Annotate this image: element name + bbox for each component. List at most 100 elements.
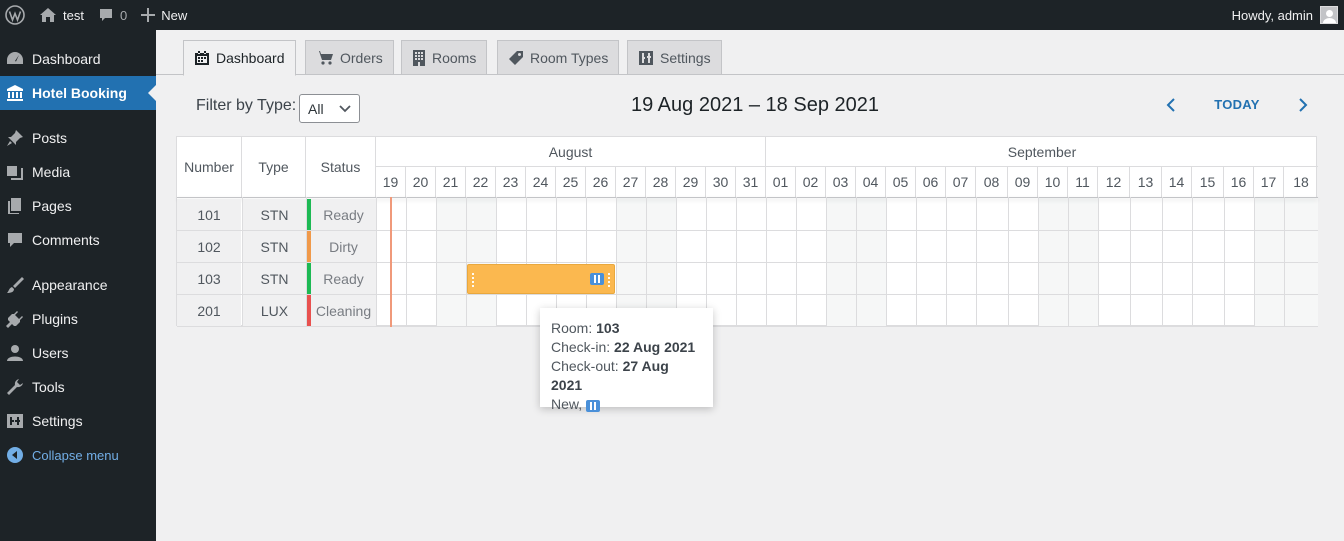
calendar-icon xyxy=(194,50,210,66)
day-header: 20 xyxy=(406,167,436,197)
tab-room-types[interactable]: Room Types xyxy=(497,40,620,75)
comments-count: 0 xyxy=(119,7,128,23)
month-header-august: August xyxy=(376,137,766,167)
day-header: 24 xyxy=(526,167,556,197)
day-header: 08 xyxy=(976,167,1008,197)
chevron-down-icon xyxy=(339,105,351,113)
room-type-cell: STN xyxy=(243,231,306,262)
tooltip-checkin-value: 22 Aug 2021 xyxy=(614,339,696,355)
day-header: 31 xyxy=(736,167,766,197)
sidebar-item-label: Hotel Booking xyxy=(32,85,127,101)
booking-bar-room-103[interactable] xyxy=(467,264,615,294)
day-header: 16 xyxy=(1224,167,1254,197)
today-marker xyxy=(390,197,392,327)
room-status-cell[interactable]: Ready xyxy=(307,263,376,294)
day-header: 04 xyxy=(856,167,886,197)
day-header: 22 xyxy=(466,167,496,197)
sidebar-item-users[interactable]: Users xyxy=(0,336,156,370)
sidebar-item-posts[interactable]: Posts xyxy=(0,121,156,155)
avatar xyxy=(1320,6,1338,24)
day-header: 28 xyxy=(646,167,676,197)
building-icon xyxy=(412,49,426,66)
room-status-cell[interactable]: Dirty xyxy=(307,231,376,262)
sidebar-item-comments[interactable]: Comments xyxy=(0,223,156,257)
booking-tooltip: Room: 103 Check-in: 22 Aug 2021 Check-ou… xyxy=(540,308,713,412)
tab-rooms[interactable]: Rooms xyxy=(401,40,488,75)
day-header: 14 xyxy=(1162,167,1192,197)
room-number-cell[interactable]: 201 xyxy=(177,295,241,326)
comments-link[interactable]: 0 xyxy=(91,0,134,30)
month-header-september: September xyxy=(766,137,1318,167)
tab-label: Rooms xyxy=(432,49,477,66)
resize-handle-start[interactable] xyxy=(471,272,475,288)
sidebar-item-hotel-booking[interactable]: Hotel Booking xyxy=(0,76,156,110)
settings-icon xyxy=(5,411,25,431)
wordpress-logo-button[interactable] xyxy=(0,0,32,30)
tab-dashboard[interactable]: Dashboard xyxy=(183,40,296,76)
wordpress-logo-icon xyxy=(5,5,25,25)
comment-icon xyxy=(5,230,25,250)
room-type-cell: STN xyxy=(243,199,306,230)
cart-icon xyxy=(316,50,334,66)
room-status-cell[interactable]: Ready xyxy=(307,199,376,230)
room-type-cell: LUX xyxy=(243,295,306,326)
room-status-cell[interactable]: Cleaning xyxy=(307,295,376,326)
sidebar-item-label: Tools xyxy=(32,379,65,395)
new-label: New xyxy=(161,7,188,23)
collapse-menu-button[interactable]: Collapse menu xyxy=(0,438,156,472)
sidebar-item-label: Plugins xyxy=(32,311,78,327)
day-header: 13 xyxy=(1130,167,1162,197)
room-number-cell[interactable]: 101 xyxy=(177,199,241,230)
new-booking-icon xyxy=(590,273,604,285)
tooltip-room-label: Room: xyxy=(551,320,593,336)
room-number-cell[interactable]: 103 xyxy=(177,263,241,294)
tooltip-checkout-line: Check-out: 27 Aug 2021 xyxy=(551,357,702,395)
sidebar-item-settings[interactable]: Settings xyxy=(0,404,156,438)
tooltip-checkin-line: Check-in: 22 Aug 2021 xyxy=(551,338,702,357)
media-icon xyxy=(5,162,25,182)
day-header: 25 xyxy=(556,167,586,197)
tooltip-room-value: 103 xyxy=(596,320,620,336)
sidebar-item-pages[interactable]: Pages xyxy=(0,189,156,223)
new-content-link[interactable]: New xyxy=(134,0,194,30)
bank-icon xyxy=(5,83,25,103)
room-type-cell: STN xyxy=(243,263,306,294)
tab-settings[interactable]: Settings xyxy=(627,40,722,75)
plugin-icon xyxy=(5,309,25,329)
day-header: 11 xyxy=(1068,167,1098,197)
column-header-type: Type xyxy=(242,137,306,197)
next-period-button[interactable] xyxy=(1295,96,1311,114)
today-button[interactable]: TODAY xyxy=(1208,97,1266,112)
day-header: 30 xyxy=(706,167,736,197)
sidebar-item-label: Appearance xyxy=(32,277,108,293)
filter-type-select[interactable]: All xyxy=(299,94,360,123)
brush-icon xyxy=(5,275,25,295)
status-label: Cleaning xyxy=(315,302,372,319)
sidebar-item-label: Users xyxy=(32,345,69,361)
tag-icon xyxy=(508,50,524,66)
previous-period-button[interactable] xyxy=(1163,96,1179,114)
day-header: 12 xyxy=(1098,167,1130,197)
wrench-icon xyxy=(5,377,25,397)
site-name-link[interactable]: test xyxy=(32,0,91,30)
day-header: 05 xyxy=(886,167,916,197)
tab-label: Settings xyxy=(660,49,711,66)
resize-handle-end[interactable] xyxy=(607,272,611,288)
tooltip-checkin-label: Check-in: xyxy=(551,339,611,355)
sidebar-item-tools[interactable]: Tools xyxy=(0,370,156,404)
sidebar-item-appearance[interactable]: Appearance xyxy=(0,268,156,302)
tab-orders[interactable]: Orders xyxy=(305,40,394,75)
sidebar-item-media[interactable]: Media xyxy=(0,155,156,189)
pages-icon xyxy=(5,196,25,216)
howdy-text: Howdy, admin xyxy=(1231,7,1313,23)
status-indicator xyxy=(307,263,311,294)
sidebar-item-dashboard[interactable]: Dashboard xyxy=(0,42,156,76)
room-number-cell[interactable]: 102 xyxy=(177,231,241,262)
admin-sidebar: Dashboard Hotel Booking Posts Media Page… xyxy=(0,30,156,541)
comment-icon xyxy=(99,9,112,21)
sidebar-item-plugins[interactable]: Plugins xyxy=(0,302,156,336)
day-header: 19 xyxy=(376,167,406,197)
column-header-status: Status xyxy=(306,137,376,197)
my-account-link[interactable]: Howdy, admin xyxy=(1232,6,1344,24)
day-header: 21 xyxy=(436,167,466,197)
